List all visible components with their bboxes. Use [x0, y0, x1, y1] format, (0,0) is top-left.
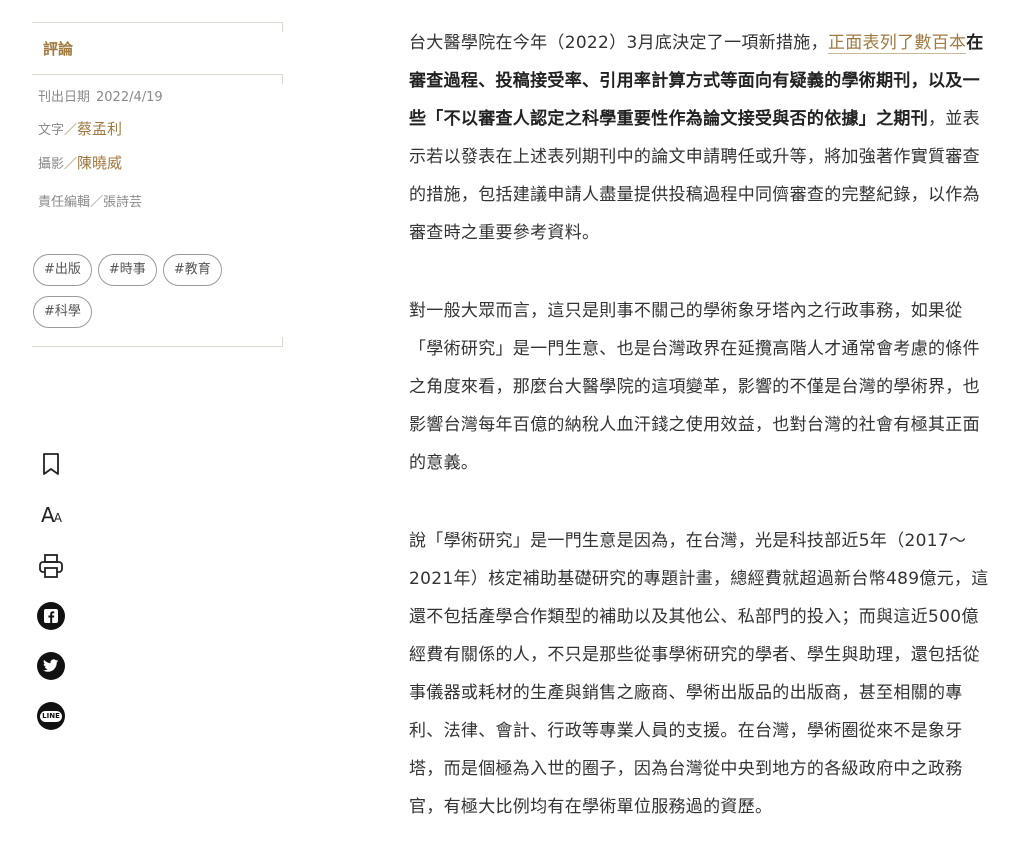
divider: [32, 74, 282, 75]
article-sidebar: 評論 刊出日期 2022/4/19 文字／蔡孟利 攝影／陳曉威 責任編輯／張詩芸 …: [0, 0, 300, 827]
article-paragraph: 說「學術研究」是一門生意是因為，在台灣，光是科技部近5年（2017～2021年）…: [409, 531, 989, 817]
divider-tick: [282, 337, 283, 347]
font-size-small: A: [53, 511, 62, 525]
author-info: 文字／蔡孟利: [38, 118, 122, 139]
divider: [32, 22, 282, 23]
font-size-big: A: [41, 503, 55, 527]
editor-info: 責任編輯／張詩芸: [38, 195, 143, 210]
divider-tick: [282, 74, 283, 84]
slash: ／: [64, 157, 78, 172]
font-size-icon[interactable]: AA: [37, 501, 65, 529]
publish-info: 刊出日期 2022/4/19: [38, 86, 163, 105]
line-label: LINE: [40, 710, 62, 722]
publish-label: 刊出日期: [38, 90, 91, 105]
divider: [32, 346, 282, 347]
tag-education[interactable]: #教育: [162, 254, 222, 286]
slash: ／: [64, 123, 78, 138]
journal-list-link[interactable]: 正面表列了數百本: [827, 33, 967, 54]
tag-science[interactable]: #科學: [33, 296, 92, 328]
divider-tick: [282, 22, 283, 32]
category-label[interactable]: 評論: [43, 38, 73, 59]
line-icon[interactable]: LINE: [37, 702, 65, 730]
author-name[interactable]: 蔡孟利: [77, 120, 122, 138]
photographer-name[interactable]: 陳曉威: [77, 154, 122, 172]
photo-label: 攝影: [38, 157, 65, 172]
paragraph-text: ，並表示若以發表在上述表列期刊中的論文申請聘任或升等，將加強著作實質審查的措施，…: [409, 109, 980, 243]
paragraph-text: 台大醫學院在今年（2022）3月底決定了一項新措施，: [409, 33, 828, 53]
author-label: 文字: [38, 123, 65, 138]
facebook-icon[interactable]: [37, 602, 65, 630]
print-icon[interactable]: [37, 552, 65, 580]
tag-list: #出版 #時事 #教育 #科學: [33, 254, 273, 338]
photographer-info: 攝影／陳曉威: [38, 152, 122, 173]
article-body: 台大醫學院在今年（2022）3月底決定了一項新措施，正面表列了數百本在審查過程、…: [409, 24, 989, 866]
article-paragraph: 對一般大眾而言，這只是則事不關己的學術象牙塔內之行政事務，如果從「學術研究」是一…: [409, 301, 980, 473]
twitter-icon[interactable]: [37, 652, 65, 680]
tag-publishing[interactable]: #出版: [33, 254, 92, 286]
bookmark-icon[interactable]: [37, 450, 65, 478]
tag-current-affairs[interactable]: #時事: [97, 254, 157, 286]
publish-date: 2022/4/19: [96, 90, 163, 105]
article-paragraph: 台大醫學院在今年（2022）3月底決定了一項新措施，正面表列了數百本在審查過程、…: [409, 24, 989, 252]
